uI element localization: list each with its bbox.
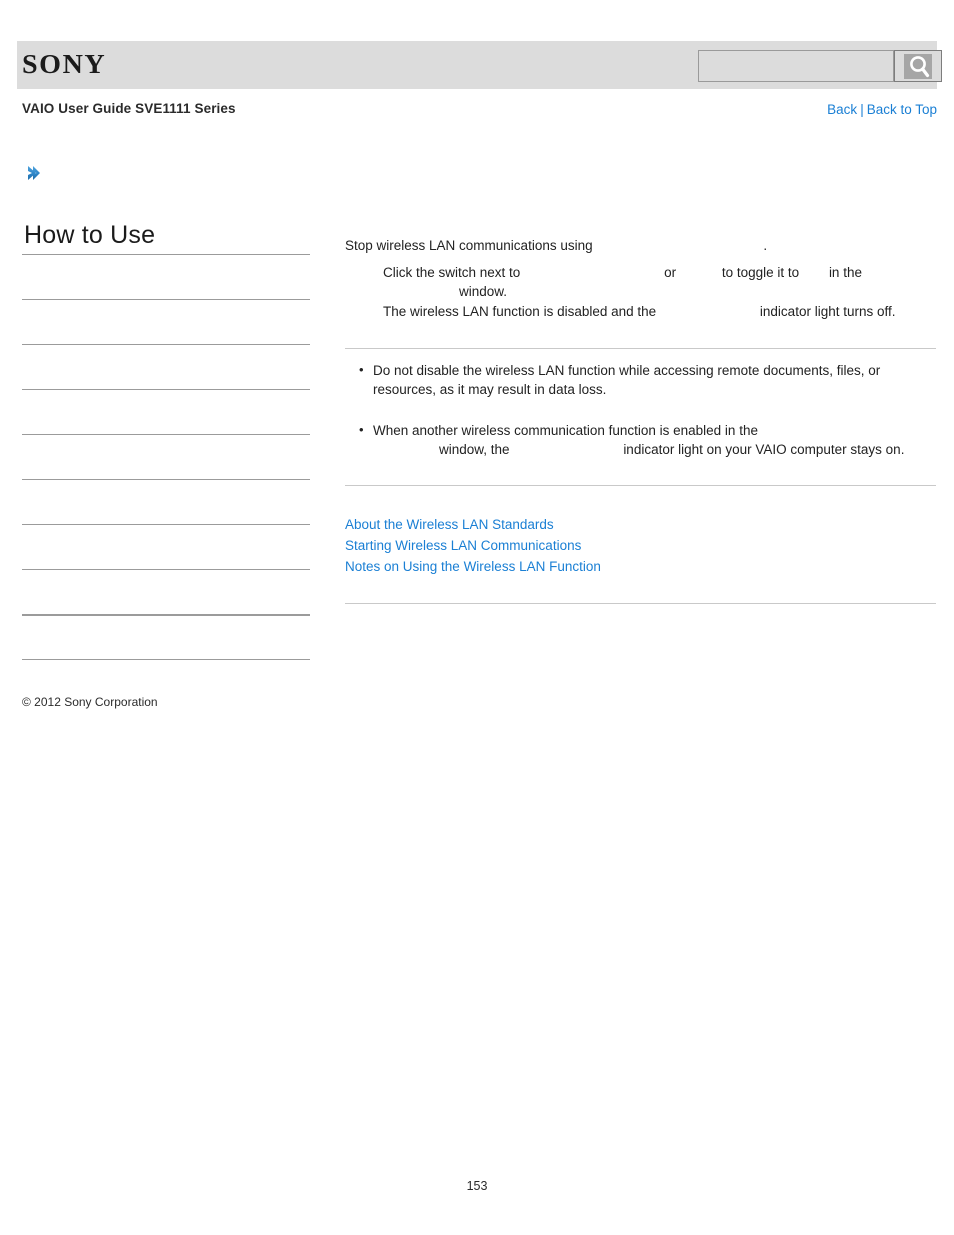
- lead-text: Stop wireless LAN communications using: [345, 238, 593, 253]
- step2-part1: The wireless LAN function is disabled an…: [383, 304, 657, 319]
- back-to-top-link[interactable]: Back to Top: [867, 102, 937, 117]
- step-item-1: Click the switch next to or to toggle it…: [383, 263, 936, 301]
- note2-line2-wrap: window, the: [373, 442, 510, 457]
- note1-line2: resources, as it may result in data loss…: [373, 382, 607, 397]
- sidebar-item-7[interactable]: [22, 524, 310, 569]
- sidebar-item-8[interactable]: [22, 569, 310, 614]
- sidebar-item-9[interactable]: [22, 614, 310, 659]
- notes-divider-top: [345, 348, 936, 349]
- sidebar: How to Use: [22, 220, 310, 704]
- site-header: SONY: [17, 41, 942, 89]
- chevron-right-icon: [28, 166, 40, 180]
- search-icon: [910, 56, 930, 78]
- sidebar-item-1[interactable]: [22, 254, 310, 299]
- step1-part5: window.: [459, 284, 508, 299]
- note-bullet-2: When another wireless communication func…: [359, 420, 936, 459]
- sidebar-item-4[interactable]: [22, 389, 310, 434]
- breadcrumb: [24, 163, 44, 183]
- notes-bullet-list: Do not disable the wireless LAN function…: [345, 360, 936, 459]
- search-input[interactable]: [699, 51, 893, 81]
- step2-part2: indicator light turns off.: [759, 304, 896, 319]
- sidebar-item-3[interactable]: [22, 344, 310, 389]
- main-content: Stop wireless LAN communications using .…: [345, 236, 936, 604]
- note2-line2-b: indicator light on your VAIO computer st…: [623, 442, 905, 457]
- related-link-3[interactable]: Notes on Using the Wireless LAN Function: [345, 556, 936, 577]
- step-item-2: The wireless LAN function is disabled an…: [383, 302, 936, 321]
- note-bullet-1: Do not disable the wireless LAN function…: [359, 360, 936, 399]
- search-box[interactable]: [698, 50, 894, 82]
- step1-part4: in the: [828, 265, 862, 280]
- note1-line1: Do not disable the wireless LAN function…: [373, 363, 881, 378]
- sidebar-title: How to Use: [24, 221, 156, 249]
- related-divider-top: [345, 485, 936, 486]
- related-link-1[interactable]: About the Wireless LAN Standards: [345, 514, 936, 535]
- lead-tail: .: [763, 238, 768, 253]
- sidebar-nav-list: [22, 254, 310, 704]
- sony-logo: SONY: [22, 49, 107, 79]
- related-divider-bottom: [345, 603, 936, 604]
- copyright-text: © 2012 Sony Corporation: [22, 695, 158, 709]
- sidebar-item-5[interactable]: [22, 434, 310, 479]
- lead-paragraph: Stop wireless LAN communications using .: [345, 236, 936, 255]
- nav-separator: |: [860, 102, 864, 117]
- back-link[interactable]: Back: [827, 102, 857, 117]
- step1-part2: or: [664, 265, 677, 280]
- step1-part3: to toggle it to: [721, 265, 800, 280]
- sidebar-item-2[interactable]: [22, 299, 310, 344]
- header-nav-links: Back | Back to Top: [827, 102, 937, 117]
- step1-part1: Click the switch next to: [383, 265, 521, 280]
- search-button[interactable]: [894, 50, 942, 82]
- related-link-2[interactable]: Starting Wireless LAN Communications: [345, 535, 936, 556]
- page-number: 153: [466, 1179, 488, 1193]
- sidebar-item-6[interactable]: [22, 479, 310, 524]
- page-root: SONY VAIO User Guide SVE1111 Series Back…: [0, 0, 954, 1235]
- step-list: Click the switch next to or to toggle it…: [345, 263, 936, 321]
- note2-line1: When another wireless communication func…: [373, 423, 758, 438]
- page-title: VAIO User Guide SVE1111 Series: [22, 101, 236, 116]
- related-links: About the Wireless LAN Standards Startin…: [345, 514, 936, 577]
- step1-part5-wrap: window.: [383, 284, 507, 299]
- note2-line2-a: window, the: [439, 442, 510, 457]
